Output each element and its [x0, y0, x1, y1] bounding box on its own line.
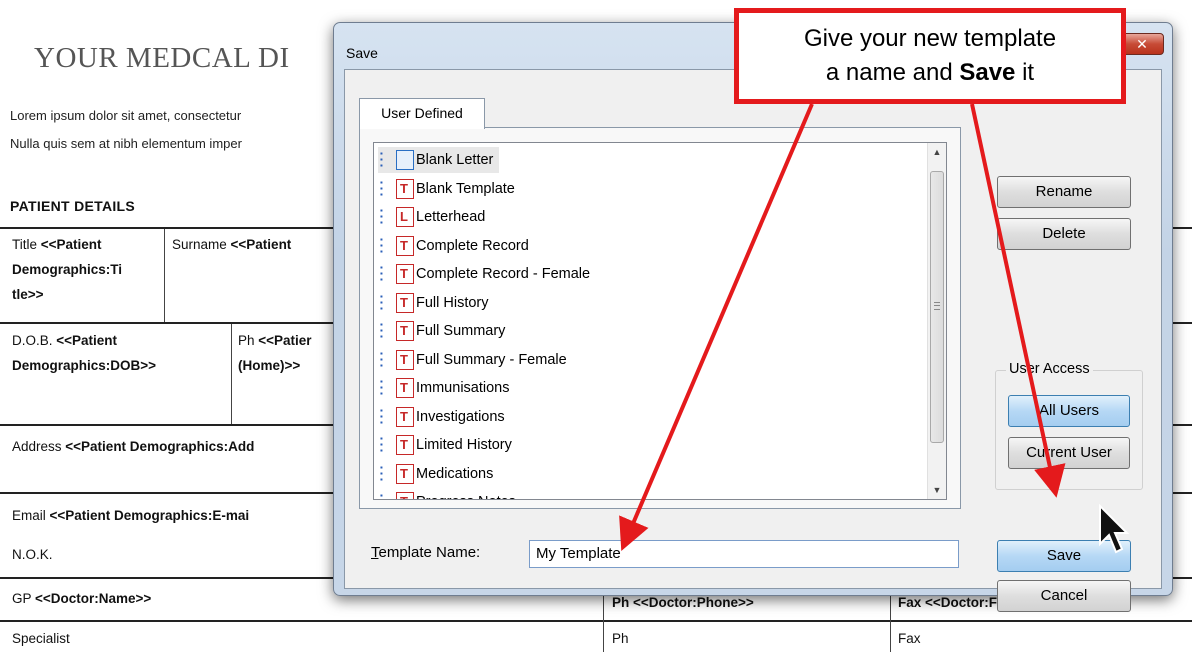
scroll-up-icon[interactable]: ▲	[928, 143, 946, 161]
template-name-label: Template Name:	[371, 544, 481, 561]
table-cell-title-cont: Demographics:Ti	[12, 262, 123, 277]
patient-details-heading: PATIENT DETAILS	[10, 198, 136, 214]
list-item[interactable]: ▪▪▪ Investigations	[378, 404, 511, 430]
close-icon[interactable]: ✕	[1120, 33, 1164, 55]
list-item[interactable]: ▪▪▪ Progress Notes	[378, 489, 522, 500]
table-divider	[164, 229, 165, 322]
table-cell-title-cont: tle>>	[12, 287, 44, 302]
scroll-thumb[interactable]	[930, 171, 944, 443]
list-item-label: Complete Record - Female	[416, 266, 591, 282]
callout-line-1: Give your new template	[803, 25, 1057, 52]
lorem-line-1: Lorem ipsum dolor sit amet, consectetur	[10, 108, 242, 123]
dialog-title: Save	[346, 45, 378, 61]
list-item[interactable]: ▪▪▪ Full History	[378, 290, 495, 316]
table-cell-phone: Ph <<Patier	[238, 333, 312, 348]
all-users-button[interactable]: All Users	[1008, 395, 1130, 427]
list-item-label: Full Summary	[416, 323, 506, 339]
template-document-icon	[396, 235, 414, 256]
list-item[interactable]: ▪▪▪ Limited History	[378, 432, 518, 458]
list-item-label: Progress Notes	[414, 494, 522, 499]
rich-text-marker-icon: ▪▪▪	[380, 462, 383, 484]
list-item[interactable]: ▪▪▪ Immunisations	[378, 375, 515, 401]
list-item[interactable]: ▪ ▪ ▪ Blank Letter	[378, 147, 500, 173]
template-document-icon	[396, 349, 414, 370]
template-document-icon	[396, 435, 414, 455]
list-item[interactable]: ▪▪▪ Complete Record - Female	[378, 261, 596, 287]
list-item[interactable]: ▪▪▪ Blank Template	[378, 176, 521, 202]
lorem-line-2: Nulla quis sem at nibh elementum imper	[10, 136, 242, 151]
blank-document-icon	[396, 150, 414, 170]
instruction-callout: Give your new template a name and Save i…	[734, 8, 1126, 104]
rich-text-marker-icon: ▪▪▪	[380, 377, 383, 398]
letterhead-document-icon	[396, 207, 414, 227]
list-item[interactable]: ▪▪▪ Letterhead	[378, 204, 491, 230]
table-cell-specialist-phone: Ph	[612, 631, 629, 646]
rich-text-marker-icon: ▪▪▪	[380, 434, 383, 455]
rich-text-marker-icon: ▪▪▪	[380, 149, 383, 170]
table-cell-email: Email <<Patient Demographics:E-mai	[12, 508, 250, 523]
delete-button[interactable]: Delete	[997, 218, 1131, 250]
list-item-label: Medications	[416, 465, 494, 482]
rich-text-marker-icon: ▪▪▪	[380, 263, 383, 284]
user-access-group: User Access All Users Current User	[995, 361, 1143, 490]
list-item-label: Blank Letter	[416, 152, 494, 168]
template-document-icon	[396, 321, 414, 341]
table-rule	[0, 620, 1192, 622]
template-document-icon	[396, 406, 414, 427]
table-cell-title: Title <<Patient	[12, 237, 102, 252]
current-user-button[interactable]: Current User	[1008, 437, 1130, 469]
rename-button[interactable]: Rename	[997, 176, 1131, 208]
list-item-label: Investigations	[416, 408, 505, 425]
rich-text-marker-icon: ▪▪▪	[380, 206, 383, 227]
list-item-label: Full Summary - Female	[416, 351, 567, 368]
list-item-label: Complete Record	[416, 237, 529, 254]
table-cell-phone-cont: (Home)>>	[238, 358, 301, 373]
rich-text-marker-icon: ▪▪▪	[380, 177, 383, 199]
mouse-cursor-icon	[1099, 504, 1130, 554]
list-item-label: Limited History	[416, 437, 512, 453]
list-item-label: Blank Template	[416, 180, 515, 197]
table-cell-gp: GP <<Doctor:Name>>	[12, 591, 152, 606]
template-document-icon	[396, 378, 414, 398]
table-cell-dob-cont: Demographics:DOB>>	[12, 358, 157, 373]
template-name-input[interactable]	[529, 540, 959, 568]
template-document-icon	[396, 264, 414, 284]
table-cell-specialist: Specialist	[12, 631, 70, 646]
list-item[interactable]: ▪▪▪ Medications	[378, 461, 499, 487]
scroll-down-icon[interactable]: ▼	[928, 481, 946, 499]
table-cell-specialist-fax: Fax	[898, 631, 921, 646]
template-document-icon	[396, 463, 414, 484]
user-access-label: User Access	[1006, 361, 1093, 377]
table-cell-surname: Surname <<Patient	[172, 237, 292, 252]
callout-line-2: a name and Save it	[825, 59, 1035, 86]
document-title: YOUR MEDCAL DI	[34, 42, 290, 74]
list-item[interactable]: ▪▪▪ Full Summary - Female	[378, 347, 573, 373]
rich-text-marker-icon: ▪▪▪	[380, 348, 383, 370]
list-item-label: Immunisations	[416, 380, 510, 396]
rich-text-marker-icon: ▪▪▪	[380, 405, 383, 427]
tab-user-defined[interactable]: User Defined	[359, 98, 485, 129]
rich-text-marker-icon: ▪▪▪	[380, 234, 383, 256]
table-cell-address: Address <<Patient Demographics:Add	[12, 439, 255, 454]
cancel-button[interactable]: Cancel	[997, 580, 1131, 612]
rich-text-marker-icon: ▪▪▪	[380, 320, 383, 341]
dialog-body: User Defined ▪▪▪ Blank Letter ▪▪▪ Blank Tem…	[344, 69, 1162, 612]
save-dialog: Save ✕ User Defined ▪▪▪ Blank Letter ▪▪▪ Bl…	[333, 22, 1173, 612]
table-cell-dob: D.O.B. <<Patient	[12, 333, 118, 348]
list-item-label: Letterhead	[416, 209, 486, 225]
template-list[interactable]: ▪▪▪ Blank Letter ▪▪▪ Blank Template ▪▪▪ Lette…	[373, 142, 947, 500]
rich-text-marker-icon: ▪▪▪	[380, 491, 383, 500]
list-scrollbar[interactable]: ▲ ▼	[927, 143, 946, 499]
rich-text-marker-icon: ▪▪▪	[380, 291, 383, 313]
list-item-label: Full History	[416, 294, 489, 311]
table-cell-nok: N.O.K.	[12, 547, 53, 562]
table-divider	[231, 324, 232, 424]
list-item[interactable]: ▪▪▪ Full Summary	[378, 318, 511, 344]
list-item[interactable]: ▪▪▪ Complete Record	[378, 233, 535, 259]
template-document-icon	[396, 492, 414, 499]
template-document-icon	[396, 292, 414, 313]
template-document-icon	[396, 178, 414, 199]
